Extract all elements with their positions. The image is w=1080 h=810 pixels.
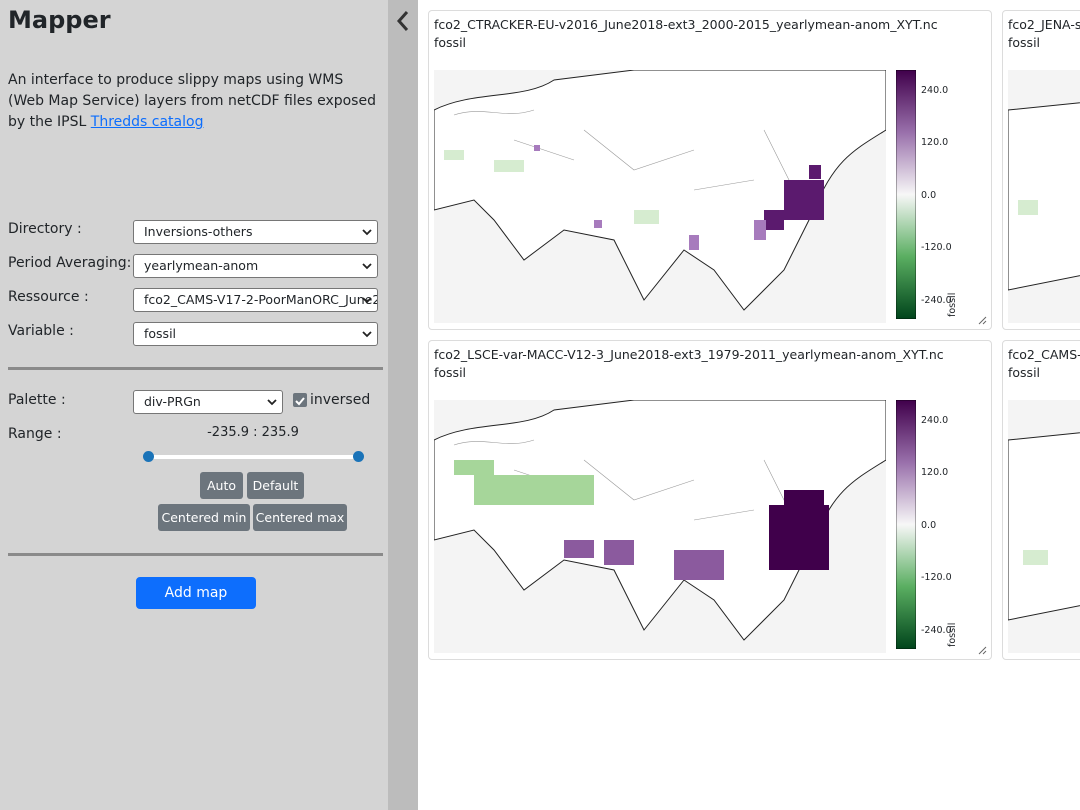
- app-title: Mapper: [8, 6, 111, 34]
- map-view[interactable]: [1008, 400, 1080, 653]
- colorbar-tick: -120.0: [921, 572, 952, 583]
- inversed-label: inversed: [310, 392, 371, 408]
- add-map-button[interactable]: Add map: [136, 577, 256, 609]
- colorbar-tick: 240.0: [921, 415, 949, 426]
- map-variable: fossil: [1008, 365, 1041, 380]
- auto-button[interactable]: Auto: [200, 472, 243, 499]
- period-averaging-label: Period Averaging:: [8, 255, 132, 271]
- colorbar-tick: 120.0: [921, 137, 949, 148]
- map-card: fco2_CTRACKER-EU-v2016_June2018-ext3_200…: [428, 10, 992, 330]
- chevron-down-icon: [362, 229, 372, 236]
- directory-select[interactable]: Inversions-others: [133, 220, 378, 244]
- variable-select[interactable]: fossil: [133, 322, 378, 346]
- palette-select[interactable]: div-PRGn: [133, 390, 283, 414]
- colorbar: [896, 400, 916, 649]
- range-slider-track[interactable]: [148, 455, 358, 459]
- map-variable: fossil: [434, 365, 467, 380]
- chevron-left-icon[interactable]: [393, 8, 413, 34]
- resize-handle-icon[interactable]: [978, 316, 987, 325]
- range-value: -235.9 : 235.9: [207, 425, 299, 440]
- app-description: An interface to produce slippy maps usin…: [8, 72, 376, 130]
- sidebar-gutter: [388, 0, 418, 810]
- colorbar-label: fossil: [947, 622, 958, 647]
- resize-handle-icon[interactable]: [978, 646, 987, 655]
- period-averaging-select[interactable]: yearlymean-anom: [133, 254, 378, 278]
- colorbar-tick: 0.0: [921, 190, 937, 201]
- sidebar: Mapper An interface to produce slippy ma…: [0, 0, 388, 810]
- ressource-label: Ressource :: [8, 289, 89, 305]
- ressource-select[interactable]: fco2_CAMS-V17-2-PoorManORC_June2018: [133, 288, 378, 312]
- colorbar-tick: 0.0: [921, 520, 937, 531]
- range-max-handle[interactable]: [353, 451, 364, 462]
- map-card: fco2_JENA-s9 fossil: [1002, 10, 1080, 330]
- chevron-down-icon: [362, 297, 372, 304]
- centered-min-button[interactable]: Centered min: [158, 504, 250, 531]
- map-card: fco2_LSCE-var-MACC-V12-3_June2018-ext3_1…: [428, 340, 992, 660]
- chevron-down-icon: [362, 331, 372, 338]
- map-card: fco2_CAMS-V fossil: [1002, 340, 1080, 660]
- variable-label: Variable :: [8, 323, 74, 339]
- map-variable: fossil: [1008, 35, 1041, 50]
- colorbar: [896, 70, 916, 319]
- range-label: Range :: [8, 426, 62, 442]
- chevron-down-icon: [362, 263, 372, 270]
- centered-max-button[interactable]: Centered max: [253, 504, 347, 531]
- divider: [8, 553, 383, 556]
- map-title: fco2_JENA-s9: [1008, 17, 1080, 32]
- palette-label: Palette :: [8, 392, 66, 408]
- check-icon: [295, 397, 305, 406]
- map-grid: fco2_CTRACKER-EU-v2016_June2018-ext3_200…: [418, 0, 1080, 810]
- colorbar-tick: 120.0: [921, 467, 949, 478]
- map-view[interactable]: [1008, 70, 1080, 323]
- map-title: fco2_CAMS-V: [1008, 347, 1080, 362]
- map-variable: fossil: [434, 35, 467, 50]
- map-title: fco2_CTRACKER-EU-v2016_June2018-ext3_200…: [434, 17, 938, 32]
- map-view[interactable]: [434, 70, 886, 323]
- inversed-checkbox[interactable]: [293, 393, 307, 407]
- colorbar-tick: 240.0: [921, 85, 949, 96]
- directory-label: Directory :: [8, 221, 82, 237]
- divider: [8, 367, 383, 370]
- map-view[interactable]: [434, 400, 886, 653]
- map-title: fco2_LSCE-var-MACC-V12-3_June2018-ext3_1…: [434, 347, 944, 362]
- colorbar-tick: -120.0: [921, 242, 952, 253]
- default-button[interactable]: Default: [247, 472, 304, 499]
- colorbar-label: fossil: [947, 292, 958, 317]
- chevron-down-icon: [267, 399, 277, 406]
- range-min-handle[interactable]: [143, 451, 154, 462]
- thredds-catalog-link[interactable]: Thredds catalog: [91, 114, 204, 130]
